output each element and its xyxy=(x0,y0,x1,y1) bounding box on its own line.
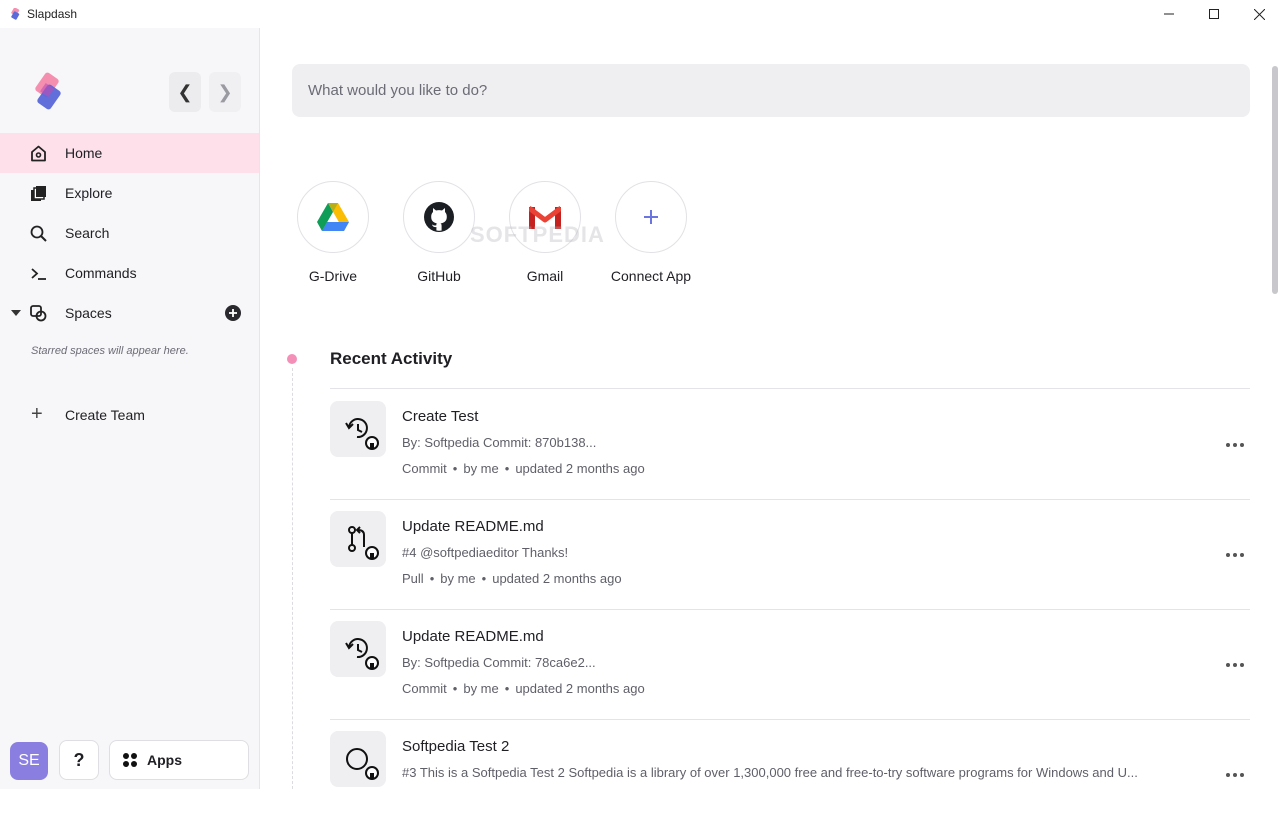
starred-spaces-note: Starred spaces will appear here. xyxy=(31,345,189,357)
activity-type: Commit xyxy=(402,681,447,696)
terminal-icon xyxy=(31,268,46,280)
add-space-icon[interactable] xyxy=(225,305,241,321)
more-options-icon[interactable] xyxy=(1224,769,1246,781)
activity-item[interactable]: Create Test By: Softpedia Commit: 870b13… xyxy=(330,389,1250,500)
activity-description: #3 This is a Softpedia Test 2 Softpedia … xyxy=(402,765,1138,780)
activity-updated: updated 2 months ago xyxy=(515,461,645,476)
create-team-button[interactable]: + Create Team xyxy=(0,394,259,434)
minimize-icon xyxy=(1164,13,1174,15)
sidebar-item-label: Home xyxy=(65,145,103,161)
activity-updated: updated 2 months ago xyxy=(515,681,645,696)
sidebar-item-label: Search xyxy=(65,225,110,241)
app-tile-connect-app[interactable]: Connect App xyxy=(611,181,691,291)
minimize-button[interactable] xyxy=(1146,0,1192,28)
app-tile-github[interactable]: GitHub xyxy=(403,181,475,291)
timeline-dot xyxy=(287,354,297,364)
close-icon xyxy=(1253,8,1265,20)
more-options-icon[interactable] xyxy=(1224,659,1246,671)
scrollbar-thumb[interactable] xyxy=(1272,66,1278,294)
activity-item[interactable]: Softpedia Test 2 #3 This is a Softpedia … xyxy=(330,719,1250,829)
sidebar-item-home[interactable]: Home xyxy=(0,133,259,173)
more-options-icon[interactable] xyxy=(1224,549,1246,561)
search-icon xyxy=(30,225,47,242)
sidebar-item-spaces[interactable]: Spaces xyxy=(0,293,259,333)
sidebar-item-label: Spaces xyxy=(65,305,112,321)
activity-item[interactable]: Update README.md #4 @softpediaeditor Tha… xyxy=(330,499,1250,610)
github-icon xyxy=(424,202,454,232)
avatar[interactable]: SE xyxy=(10,742,48,780)
activity-description: By: Softpedia Commit: 78ca6e2... xyxy=(402,655,596,670)
app-tile-label: GitHub xyxy=(417,268,461,284)
maximize-button[interactable] xyxy=(1191,0,1237,28)
activity-author: by me xyxy=(463,461,499,476)
activity-type: Pull xyxy=(402,571,424,586)
chevron-right-icon: ❯ xyxy=(217,81,233,102)
maximize-icon xyxy=(1209,9,1219,19)
create-team-label: Create Team xyxy=(65,407,145,423)
activity-updated: updated 2 months ago xyxy=(492,571,622,586)
softpedia-watermark: SOFTPEDIA xyxy=(470,222,605,247)
app-tile-label: G-Drive xyxy=(308,268,358,284)
sidebar-item-label: Commands xyxy=(65,265,137,281)
app-tile-circle xyxy=(297,181,369,253)
activity-author: by me xyxy=(463,681,499,696)
activity-type: Commit xyxy=(402,461,447,476)
activity-author: by me xyxy=(440,571,476,586)
title-bar: Slapdash xyxy=(0,0,1282,28)
app-tile-label: Connect App xyxy=(610,268,692,284)
back-button[interactable]: ❮ xyxy=(169,72,201,112)
app-tile-gdrive[interactable]: G-Drive xyxy=(297,181,369,291)
activity-title: Update README.md xyxy=(402,628,544,645)
activity-title: Create Test xyxy=(402,408,479,425)
spaces-icon xyxy=(30,305,47,322)
pull-request-icon xyxy=(348,526,379,560)
activity-meta: Commit • by me • updated 2 months ago xyxy=(402,461,645,476)
activity-description: By: Softpedia Commit: 870b138... xyxy=(402,435,597,450)
home-icon xyxy=(31,145,46,162)
app-tile-circle xyxy=(403,181,475,253)
apps-button[interactable]: Apps xyxy=(109,740,249,780)
activity-thumb xyxy=(330,731,386,787)
issue-icon xyxy=(346,748,379,780)
sidebar-item-label: Explore xyxy=(65,185,113,201)
app-tile-label: Gmail xyxy=(526,268,564,284)
plus-icon xyxy=(644,210,658,224)
help-button[interactable]: ? xyxy=(59,740,99,780)
commit-icon xyxy=(345,638,379,670)
activity-description: #4 @softpediaeditor Thanks! xyxy=(402,545,569,560)
activity-meta: Pull • by me • updated 2 months ago xyxy=(402,571,622,586)
explore-icon xyxy=(31,186,46,201)
sidebar-item-explore[interactable]: Explore xyxy=(0,173,259,213)
close-button[interactable] xyxy=(1236,0,1282,28)
commit-icon xyxy=(345,418,379,450)
sidebar: ❮ ❯ Home Explore Search Commands Spaces … xyxy=(0,28,260,789)
activity-item[interactable]: Update README.md By: Softpedia Commit: 7… xyxy=(330,609,1250,720)
recent-activity-title: Recent Activity xyxy=(330,349,453,368)
activity-title: Softpedia Test 2 xyxy=(402,738,510,755)
activity-thumb xyxy=(330,511,386,567)
forward-button[interactable]: ❯ xyxy=(209,72,241,112)
chevron-left-icon: ❮ xyxy=(177,81,193,102)
apps-grid-icon xyxy=(123,753,137,767)
search-input[interactable] xyxy=(308,64,1228,117)
sidebar-item-search[interactable]: Search xyxy=(0,213,259,253)
window-title: Slapdash xyxy=(27,7,78,21)
activity-thumb xyxy=(330,621,386,677)
app-icon xyxy=(11,8,20,20)
timeline-line xyxy=(292,368,293,789)
more-options-icon[interactable] xyxy=(1224,439,1246,451)
apps-button-label: Apps xyxy=(147,752,182,768)
slapdash-logo xyxy=(35,72,61,110)
activity-thumb xyxy=(330,401,386,457)
activity-title: Update README.md xyxy=(402,518,544,535)
google-drive-icon xyxy=(317,203,349,231)
activity-meta: Commit • by me • updated 2 months ago xyxy=(402,681,645,696)
app-tile-circle xyxy=(615,181,687,253)
command-search-box[interactable] xyxy=(292,64,1250,117)
caret-down-icon[interactable] xyxy=(11,308,21,318)
sidebar-item-commands[interactable]: Commands xyxy=(0,253,259,293)
plus-icon: + xyxy=(31,403,43,425)
